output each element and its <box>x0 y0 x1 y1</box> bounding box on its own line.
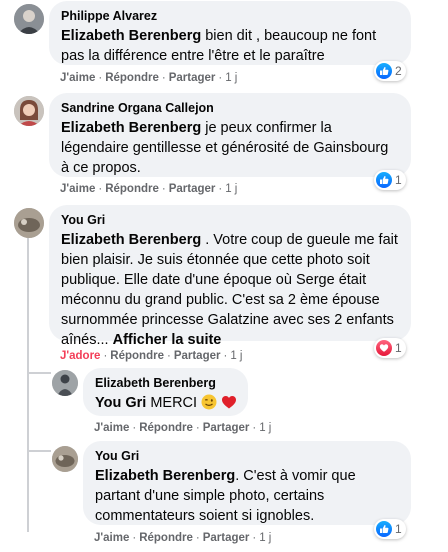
heart-icon <box>376 340 392 356</box>
reaction-badge[interactable]: 1 <box>374 519 406 539</box>
avatar[interactable] <box>52 370 78 396</box>
avatar[interactable] <box>14 208 44 238</box>
love-button[interactable]: J'adore <box>60 350 100 362</box>
like-button[interactable]: J'aime <box>60 72 95 84</box>
reaction-badge[interactable]: 1 <box>374 338 406 358</box>
mention-link[interactable]: Elizabeth Berenberg <box>61 232 201 248</box>
comment-text: Elizabeth Berenberg . Votre coup de gueu… <box>61 230 399 350</box>
reply-button[interactable]: Répondre <box>105 72 159 84</box>
avatar-photo-icon <box>52 446 78 472</box>
comment-author[interactable]: Sandrine Organa Callejon <box>61 101 399 116</box>
share-button[interactable]: Partager <box>174 350 221 362</box>
share-button[interactable]: Partager <box>203 532 250 544</box>
comment-actions: J'aime · Répondre · Partager · 1 j <box>60 72 238 84</box>
avatar-photo-icon <box>52 370 78 396</box>
comment-text: Elizabeth Berenberg je peux confirmer la… <box>61 118 399 178</box>
mention-link[interactable]: Elizabeth Berenberg <box>61 28 201 44</box>
reaction-badge[interactable]: 2 <box>374 61 406 81</box>
comment-text: Elizabeth Berenberg bien dit , beaucoup … <box>61 26 399 66</box>
like-icon <box>376 63 392 79</box>
like-button[interactable]: J'aime <box>60 183 95 195</box>
comment-actions: J'aime · Répondre · Partager · 1 j <box>94 532 272 544</box>
comment-author[interactable]: Philippe Alvarez <box>61 9 399 24</box>
comment-timestamp[interactable]: 1 j <box>259 532 271 544</box>
comment-author[interactable]: You Gri <box>95 449 399 464</box>
reaction-count: 2 <box>395 64 402 78</box>
share-button[interactable]: Partager <box>169 183 216 195</box>
avatar-photo-icon <box>14 4 44 34</box>
comment-bubble: Elizabeth Berenberg You Gri MERCI <box>83 368 248 416</box>
comment-body: MERCI <box>146 395 198 411</box>
thread-line <box>27 372 51 374</box>
share-button[interactable]: Partager <box>203 422 250 434</box>
comment-author[interactable]: Elizabeth Berenberg <box>95 376 236 391</box>
comment-body: . Votre coup de gueule me fait bien plai… <box>61 232 398 348</box>
comment-timestamp[interactable]: 1 j <box>259 422 271 434</box>
comment-timestamp[interactable]: 1 j <box>225 72 237 84</box>
comment-actions: J'aime · Répondre · Partager · 1 j <box>60 183 238 195</box>
mention-link[interactable]: Elizabeth Berenberg <box>95 468 235 484</box>
reply-button[interactable]: Répondre <box>139 532 193 544</box>
comment-bubble: Philippe Alvarez Elizabeth Berenberg bie… <box>49 1 411 65</box>
thread-line <box>27 232 29 532</box>
avatar[interactable] <box>52 446 78 472</box>
avatar-photo-icon <box>14 96 44 126</box>
comment-text: Elizabeth Berenberg. C'est à vomir que p… <box>95 466 399 526</box>
avatar[interactable] <box>14 4 44 34</box>
avatar-photo-icon <box>14 208 44 238</box>
like-icon <box>376 172 392 188</box>
like-icon <box>376 521 392 537</box>
reaction-badge[interactable]: 1 <box>374 170 406 190</box>
comment-actions: J'adore · Répondre · Partager · 1 j <box>60 350 243 362</box>
comment-author[interactable]: You Gri <box>61 213 399 228</box>
like-button[interactable]: J'aime <box>94 422 129 434</box>
reply-button[interactable]: Répondre <box>139 422 193 434</box>
comment-actions: J'aime · Répondre · Partager · 1 j <box>94 422 272 434</box>
mention-link[interactable]: Elizabeth Berenberg <box>61 120 201 136</box>
thread-line <box>27 450 51 452</box>
mention-link[interactable]: You Gri <box>95 395 146 411</box>
comment-text: You Gri MERCI <box>95 393 237 416</box>
reaction-count: 1 <box>395 522 402 536</box>
comment-bubble: Sandrine Organa Callejon Elizabeth Beren… <box>49 93 411 177</box>
comment-timestamp[interactable]: 1 j <box>225 183 237 195</box>
avatar[interactable] <box>14 96 44 126</box>
see-more-link[interactable]: Afficher la suite <box>113 332 222 348</box>
reaction-count: 1 <box>395 341 402 355</box>
red-heart-icon <box>221 394 237 416</box>
comment-bubble: You Gri Elizabeth Berenberg . Votre coup… <box>49 205 411 348</box>
reply-button[interactable]: Répondre <box>110 350 164 362</box>
like-button[interactable]: J'aime <box>94 532 129 544</box>
comment-timestamp[interactable]: 1 j <box>230 350 242 362</box>
share-button[interactable]: Partager <box>169 72 216 84</box>
reply-button[interactable]: Répondre <box>105 183 159 195</box>
winking-face-icon <box>201 394 217 416</box>
comment-bubble: You Gri Elizabeth Berenberg. C'est à vom… <box>83 441 411 525</box>
reaction-count: 1 <box>395 173 402 187</box>
